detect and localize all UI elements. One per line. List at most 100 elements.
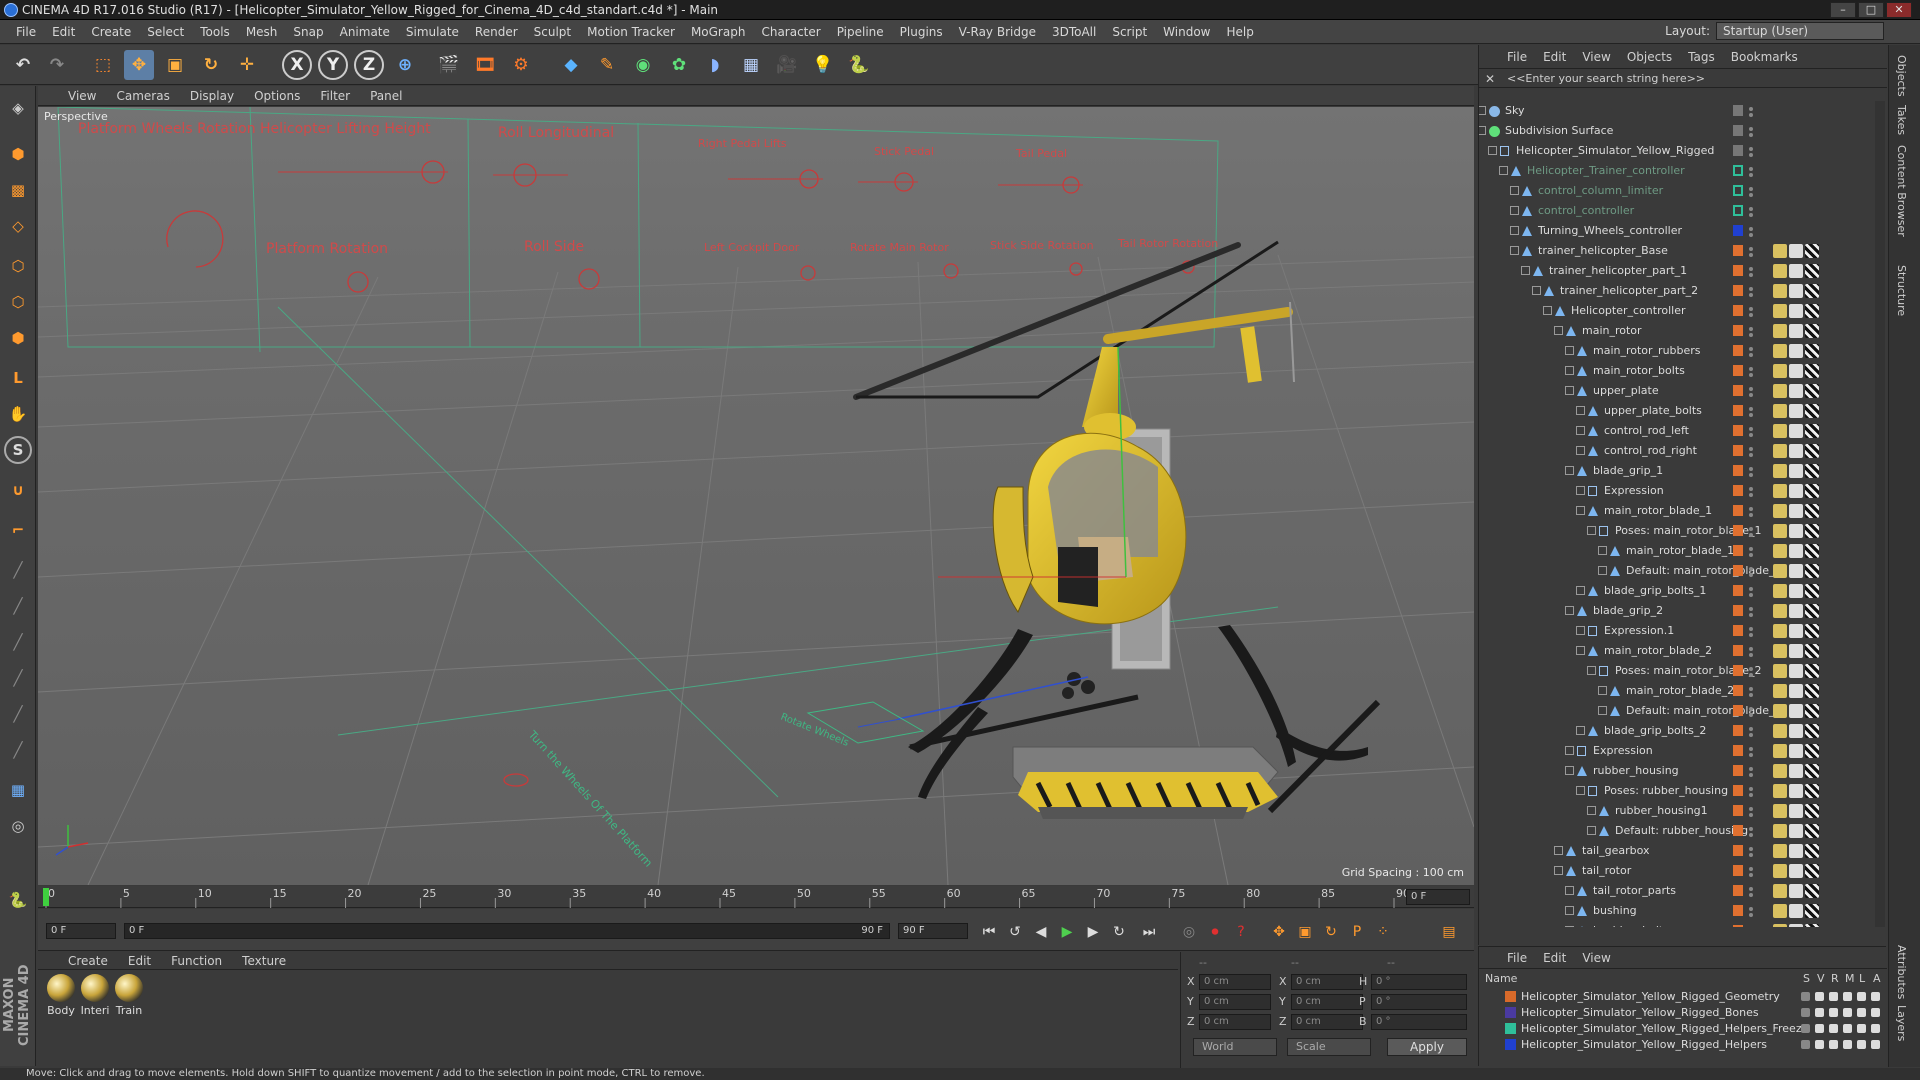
layer-visible-toggle-icon[interactable] bbox=[1815, 1024, 1824, 1033]
expand-toggle-icon[interactable] bbox=[1479, 126, 1486, 135]
x-axis-lock-button[interactable]: X bbox=[282, 50, 312, 80]
expand-toggle-icon[interactable] bbox=[1587, 526, 1596, 535]
editor-visibility-dot[interactable] bbox=[1749, 147, 1753, 151]
texture-tag-icon[interactable] bbox=[1789, 664, 1803, 678]
object-tree-row[interactable]: main_rotor_bolts bbox=[1479, 361, 1887, 381]
ik-tag-icon[interactable] bbox=[1773, 724, 1787, 738]
expand-toggle-icon[interactable] bbox=[1554, 866, 1563, 875]
point-level-key-icon[interactable]: ⁘ bbox=[1372, 921, 1394, 943]
menu-tools[interactable]: Tools bbox=[192, 20, 238, 44]
snap-icon[interactable]: S bbox=[4, 436, 32, 464]
texture-tag-icon[interactable] bbox=[1789, 524, 1803, 538]
live-selection-icon[interactable]: ⬚ bbox=[88, 50, 118, 80]
object-tree-row[interactable]: Expression bbox=[1479, 481, 1887, 501]
brush-4-icon[interactable]: ╱ bbox=[4, 664, 32, 692]
expand-toggle-icon[interactable] bbox=[1554, 846, 1563, 855]
editor-visibility-dot[interactable] bbox=[1749, 667, 1753, 671]
phong-tag-icon[interactable] bbox=[1805, 804, 1819, 818]
texture-tag-icon[interactable] bbox=[1789, 844, 1803, 858]
object-tree-row[interactable]: Poses: main_rotor_blade_2 bbox=[1479, 661, 1887, 681]
menu-character[interactable]: Character bbox=[753, 20, 828, 44]
expand-toggle-icon[interactable] bbox=[1479, 106, 1486, 115]
current-frame-field[interactable]: 0 F bbox=[1406, 889, 1470, 905]
menu-animate[interactable]: Animate bbox=[332, 20, 398, 44]
render-visibility-dot[interactable] bbox=[1749, 573, 1753, 577]
object-tree-row[interactable]: Poses: main_rotor_blade_1 bbox=[1479, 521, 1887, 541]
texture-tag-icon[interactable] bbox=[1789, 464, 1803, 478]
texture-tag-icon[interactable] bbox=[1789, 784, 1803, 798]
layer-solo-toggle-icon[interactable] bbox=[1801, 1024, 1810, 1033]
ik-tag-icon[interactable] bbox=[1773, 684, 1787, 698]
rotation-key-icon[interactable]: ↻ bbox=[1320, 921, 1342, 943]
editor-visibility-dot[interactable] bbox=[1749, 287, 1753, 291]
grid-floor-icon[interactable]: ▦ bbox=[4, 776, 32, 804]
ik-tag-icon[interactable] bbox=[1773, 504, 1787, 518]
texture-tag-icon[interactable] bbox=[1789, 924, 1803, 927]
render-visibility-dot[interactable] bbox=[1749, 713, 1753, 717]
editor-visibility-dot[interactable] bbox=[1749, 727, 1753, 731]
expand-toggle-icon[interactable] bbox=[1598, 566, 1607, 575]
editor-visibility-dot[interactable] bbox=[1749, 587, 1753, 591]
keyframe-selection-icon[interactable]: ? bbox=[1230, 921, 1252, 943]
editor-visibility-dot[interactable] bbox=[1749, 567, 1753, 571]
menu-create[interactable]: Create bbox=[83, 20, 139, 44]
object-tree-row[interactable]: tail_rotor bbox=[1479, 861, 1887, 881]
menu-edit[interactable]: Edit bbox=[44, 20, 83, 44]
layer-animation-toggle-icon[interactable] bbox=[1871, 1024, 1880, 1033]
ik-tag-icon[interactable] bbox=[1773, 384, 1787, 398]
layer-render-toggle-icon[interactable] bbox=[1829, 1040, 1838, 1049]
apply-button[interactable]: Apply bbox=[1387, 1038, 1467, 1056]
render-visibility-dot[interactable] bbox=[1749, 593, 1753, 597]
render-visibility-dot[interactable] bbox=[1749, 513, 1753, 517]
texture-tag-icon[interactable] bbox=[1789, 604, 1803, 618]
python-icon[interactable]: 🐍 bbox=[844, 50, 874, 80]
render-visibility-dot[interactable] bbox=[1749, 153, 1753, 157]
render-visibility-dot[interactable] bbox=[1749, 853, 1753, 857]
editor-visibility-dot[interactable] bbox=[1749, 307, 1753, 311]
coordinate-space-dropdown[interactable]: World bbox=[1193, 1038, 1277, 1056]
previous-frame-icon[interactable]: ◀ bbox=[1030, 921, 1052, 943]
expand-toggle-icon[interactable] bbox=[1565, 366, 1574, 375]
phong-tag-icon[interactable] bbox=[1805, 504, 1819, 518]
workplane-icon[interactable]: ⌐ bbox=[4, 516, 32, 544]
close-button[interactable]: ✕ bbox=[1886, 2, 1912, 18]
object-tree-row[interactable]: Expression bbox=[1479, 741, 1887, 761]
points-mode-icon[interactable]: ⬡ bbox=[4, 252, 32, 280]
editor-visibility-dot[interactable] bbox=[1749, 647, 1753, 651]
texture-tag-icon[interactable] bbox=[1789, 364, 1803, 378]
expand-toggle-icon[interactable] bbox=[1565, 886, 1574, 895]
menu-pipeline[interactable]: Pipeline bbox=[829, 20, 892, 44]
object-tree-row[interactable]: Default: main_rotor_blade_2 bbox=[1479, 701, 1887, 721]
render-view-icon[interactable]: 🎬 bbox=[434, 50, 464, 80]
editor-visibility-dot[interactable] bbox=[1749, 827, 1753, 831]
viewport-menu-view[interactable]: View bbox=[58, 89, 106, 103]
editor-visibility-dot[interactable] bbox=[1749, 467, 1753, 471]
render-visibility-dot[interactable] bbox=[1749, 893, 1753, 897]
ik-tag-icon[interactable] bbox=[1773, 664, 1787, 678]
viewport-menu-panel[interactable]: Panel bbox=[360, 89, 412, 103]
perspective-viewport[interactable]: Platform Wheels Rotation Helicopter Lift… bbox=[38, 107, 1474, 885]
material-menu-edit[interactable]: Edit bbox=[118, 954, 161, 968]
next-key-icon[interactable]: ↻ bbox=[1108, 921, 1130, 943]
ik-tag-icon[interactable] bbox=[1773, 704, 1787, 718]
layer-animation-toggle-icon[interactable] bbox=[1871, 992, 1880, 1001]
texture-mode-icon[interactable]: ▩ bbox=[4, 176, 32, 204]
phong-tag-icon[interactable] bbox=[1805, 544, 1819, 558]
expand-toggle-icon[interactable] bbox=[1565, 386, 1574, 395]
expand-toggle-icon[interactable] bbox=[1576, 406, 1585, 415]
ik-tag-icon[interactable] bbox=[1773, 924, 1787, 927]
render-visibility-dot[interactable] bbox=[1749, 613, 1753, 617]
expand-toggle-icon[interactable] bbox=[1587, 666, 1596, 675]
layer-color-swatch[interactable] bbox=[1505, 1023, 1516, 1034]
expand-toggle-icon[interactable] bbox=[1576, 446, 1585, 455]
phong-tag-icon[interactable] bbox=[1805, 284, 1819, 298]
expand-toggle-icon[interactable] bbox=[1499, 166, 1508, 175]
phong-tag-icon[interactable] bbox=[1805, 624, 1819, 638]
scale-tool-icon[interactable]: ▣ bbox=[160, 50, 190, 80]
editor-visibility-dot[interactable] bbox=[1749, 787, 1753, 791]
edges-mode-icon[interactable]: ⬡ bbox=[4, 288, 32, 316]
editor-visibility-dot[interactable] bbox=[1749, 407, 1753, 411]
render-visibility-dot[interactable] bbox=[1749, 653, 1753, 657]
ik-tag-icon[interactable] bbox=[1773, 424, 1787, 438]
material-train[interactable]: Train bbox=[112, 974, 146, 1017]
